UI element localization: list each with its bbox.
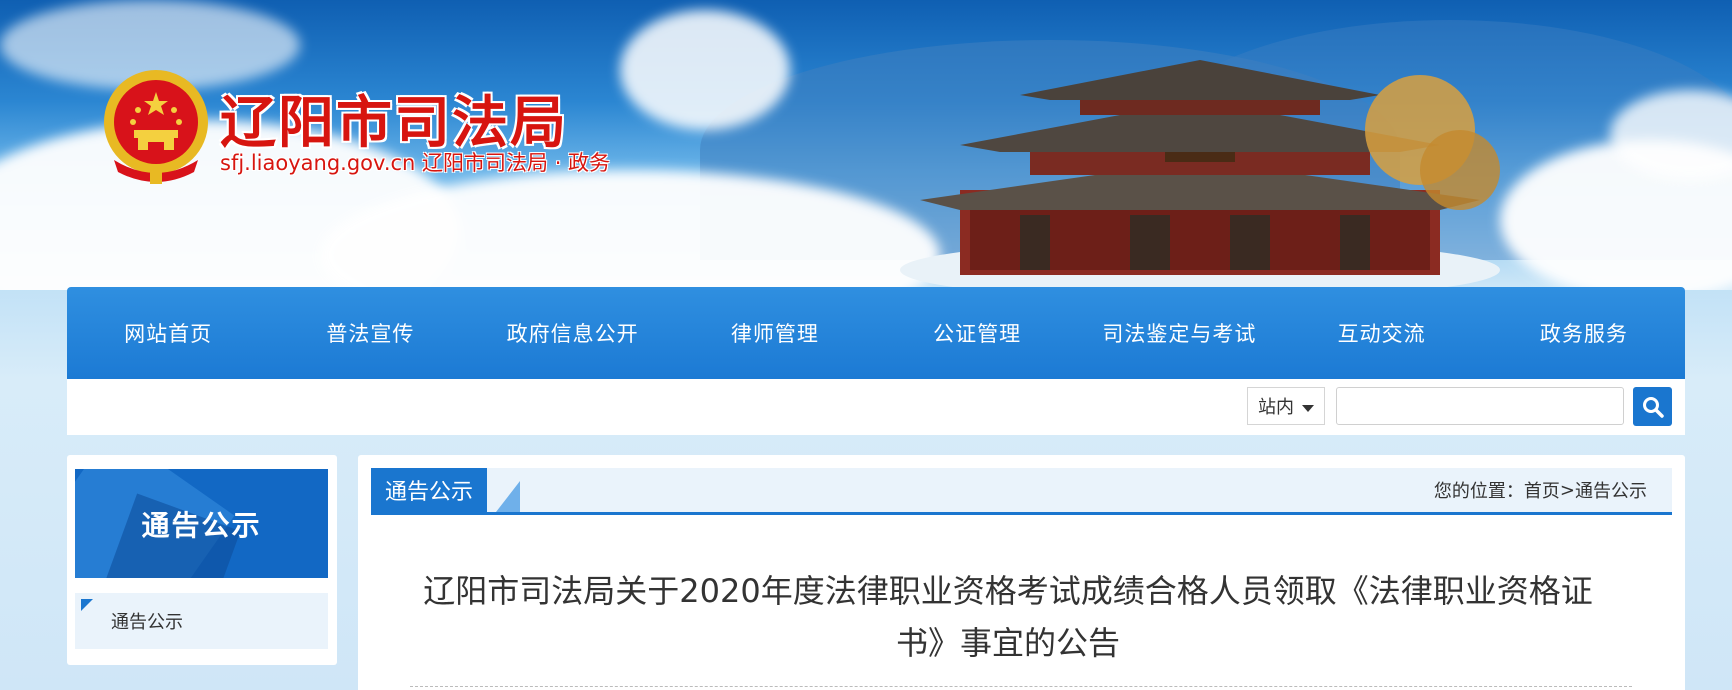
nav-item-judicial-appraisal-exam[interactable]: 司法鉴定与考试 xyxy=(1078,287,1280,379)
section-tab: 通告公示 xyxy=(371,468,488,512)
article-title: 辽阳市司法局关于2020年度法律职业资格考试成绩合格人员领取《法律职业资格证书》… xyxy=(423,572,1593,662)
tab-decoration xyxy=(496,481,520,512)
breadcrumb-prefix: 您的位置： xyxy=(1433,481,1524,502)
sidebar-title: 通告公示 xyxy=(141,508,262,542)
divider xyxy=(410,686,1632,687)
header-banner: 辽阳市司法局 sfj.liaoyang.gov.cn 辽阳市司法局 · 政务 xyxy=(0,0,1732,290)
nav-item-lawyer-management[interactable]: 律师管理 xyxy=(674,287,876,379)
search-scope-select[interactable]: 站内 xyxy=(1247,387,1325,425)
sidebar-item-notices[interactable]: 通告公示 xyxy=(75,593,328,649)
search-button[interactable] xyxy=(1633,387,1672,426)
breadcrumb-separator: > xyxy=(1559,479,1575,501)
chevron-down-icon xyxy=(1302,405,1314,412)
search-scope-label: 站内 xyxy=(1258,397,1294,418)
section-header: 通告公示 您的位置： 首页 > 通告公示 xyxy=(371,468,1672,515)
search-bar: 站内 xyxy=(67,379,1685,435)
sidebar: 通告公示 通告公示 xyxy=(67,455,337,665)
main-content: 通告公示 您的位置： 首页 > 通告公示 辽阳市司法局关于2020年度法律职业资… xyxy=(358,455,1685,690)
sidebar-header: 通告公示 xyxy=(75,469,328,578)
search-input[interactable] xyxy=(1336,387,1624,425)
nav-item-government-info[interactable]: 政府信息公开 xyxy=(472,287,674,379)
breadcrumb-current-link[interactable]: 通告公示 xyxy=(1575,477,1647,503)
sidebar-item-label: 通告公示 xyxy=(111,612,183,633)
national-emblem-logo xyxy=(100,68,212,186)
search-icon xyxy=(1642,396,1664,418)
corner-marker-icon xyxy=(81,599,93,611)
cloud-shape xyxy=(620,10,790,130)
site-subtitle: sfj.liaoyang.gov.cn 辽阳市司法局 · 政务 xyxy=(220,151,611,175)
breadcrumb: 您的位置： 首页 > 通告公示 xyxy=(1434,468,1647,512)
main-navigation: 网站首页 普法宣传 政府信息公开 律师管理 公证管理 司法鉴定与考试 互动交流 … xyxy=(67,287,1685,387)
nav-item-home[interactable]: 网站首页 xyxy=(67,287,269,379)
temple-image xyxy=(900,40,1500,290)
nav-item-legal-publicity[interactable]: 普法宣传 xyxy=(269,287,471,379)
breadcrumb-home-link[interactable]: 首页 xyxy=(1524,477,1560,503)
nav-item-notary-management[interactable]: 公证管理 xyxy=(876,287,1078,379)
nav-item-government-services[interactable]: 政务服务 xyxy=(1483,287,1685,379)
nav-item-interaction[interactable]: 互动交流 xyxy=(1281,287,1483,379)
